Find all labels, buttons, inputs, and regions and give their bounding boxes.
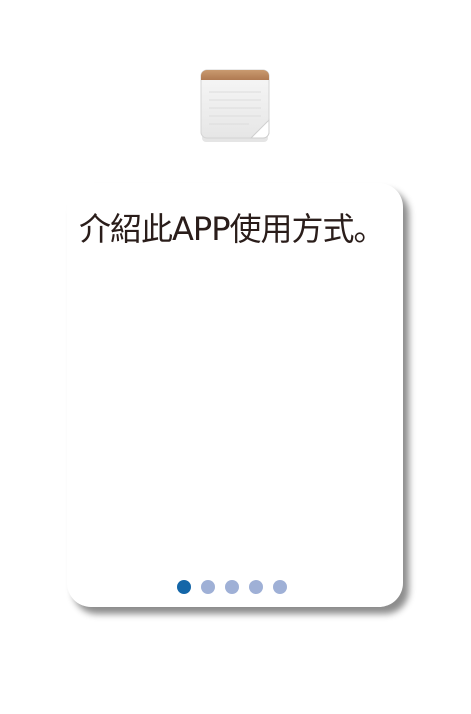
- page-dot-5[interactable]: [273, 580, 287, 594]
- intro-text: 介紹此APP使用方式。: [79, 210, 386, 248]
- notepad-icon: [200, 69, 270, 142]
- notepad-app-icon: [199, 68, 271, 144]
- page-dot-1[interactable]: [177, 580, 191, 594]
- intro-card[interactable]: 介紹此APP使用方式。: [67, 183, 403, 607]
- page-dot-2[interactable]: [201, 580, 215, 594]
- page-dot-4[interactable]: [249, 580, 263, 594]
- page-dot-3[interactable]: [225, 580, 239, 594]
- page-indicator[interactable]: [177, 580, 287, 594]
